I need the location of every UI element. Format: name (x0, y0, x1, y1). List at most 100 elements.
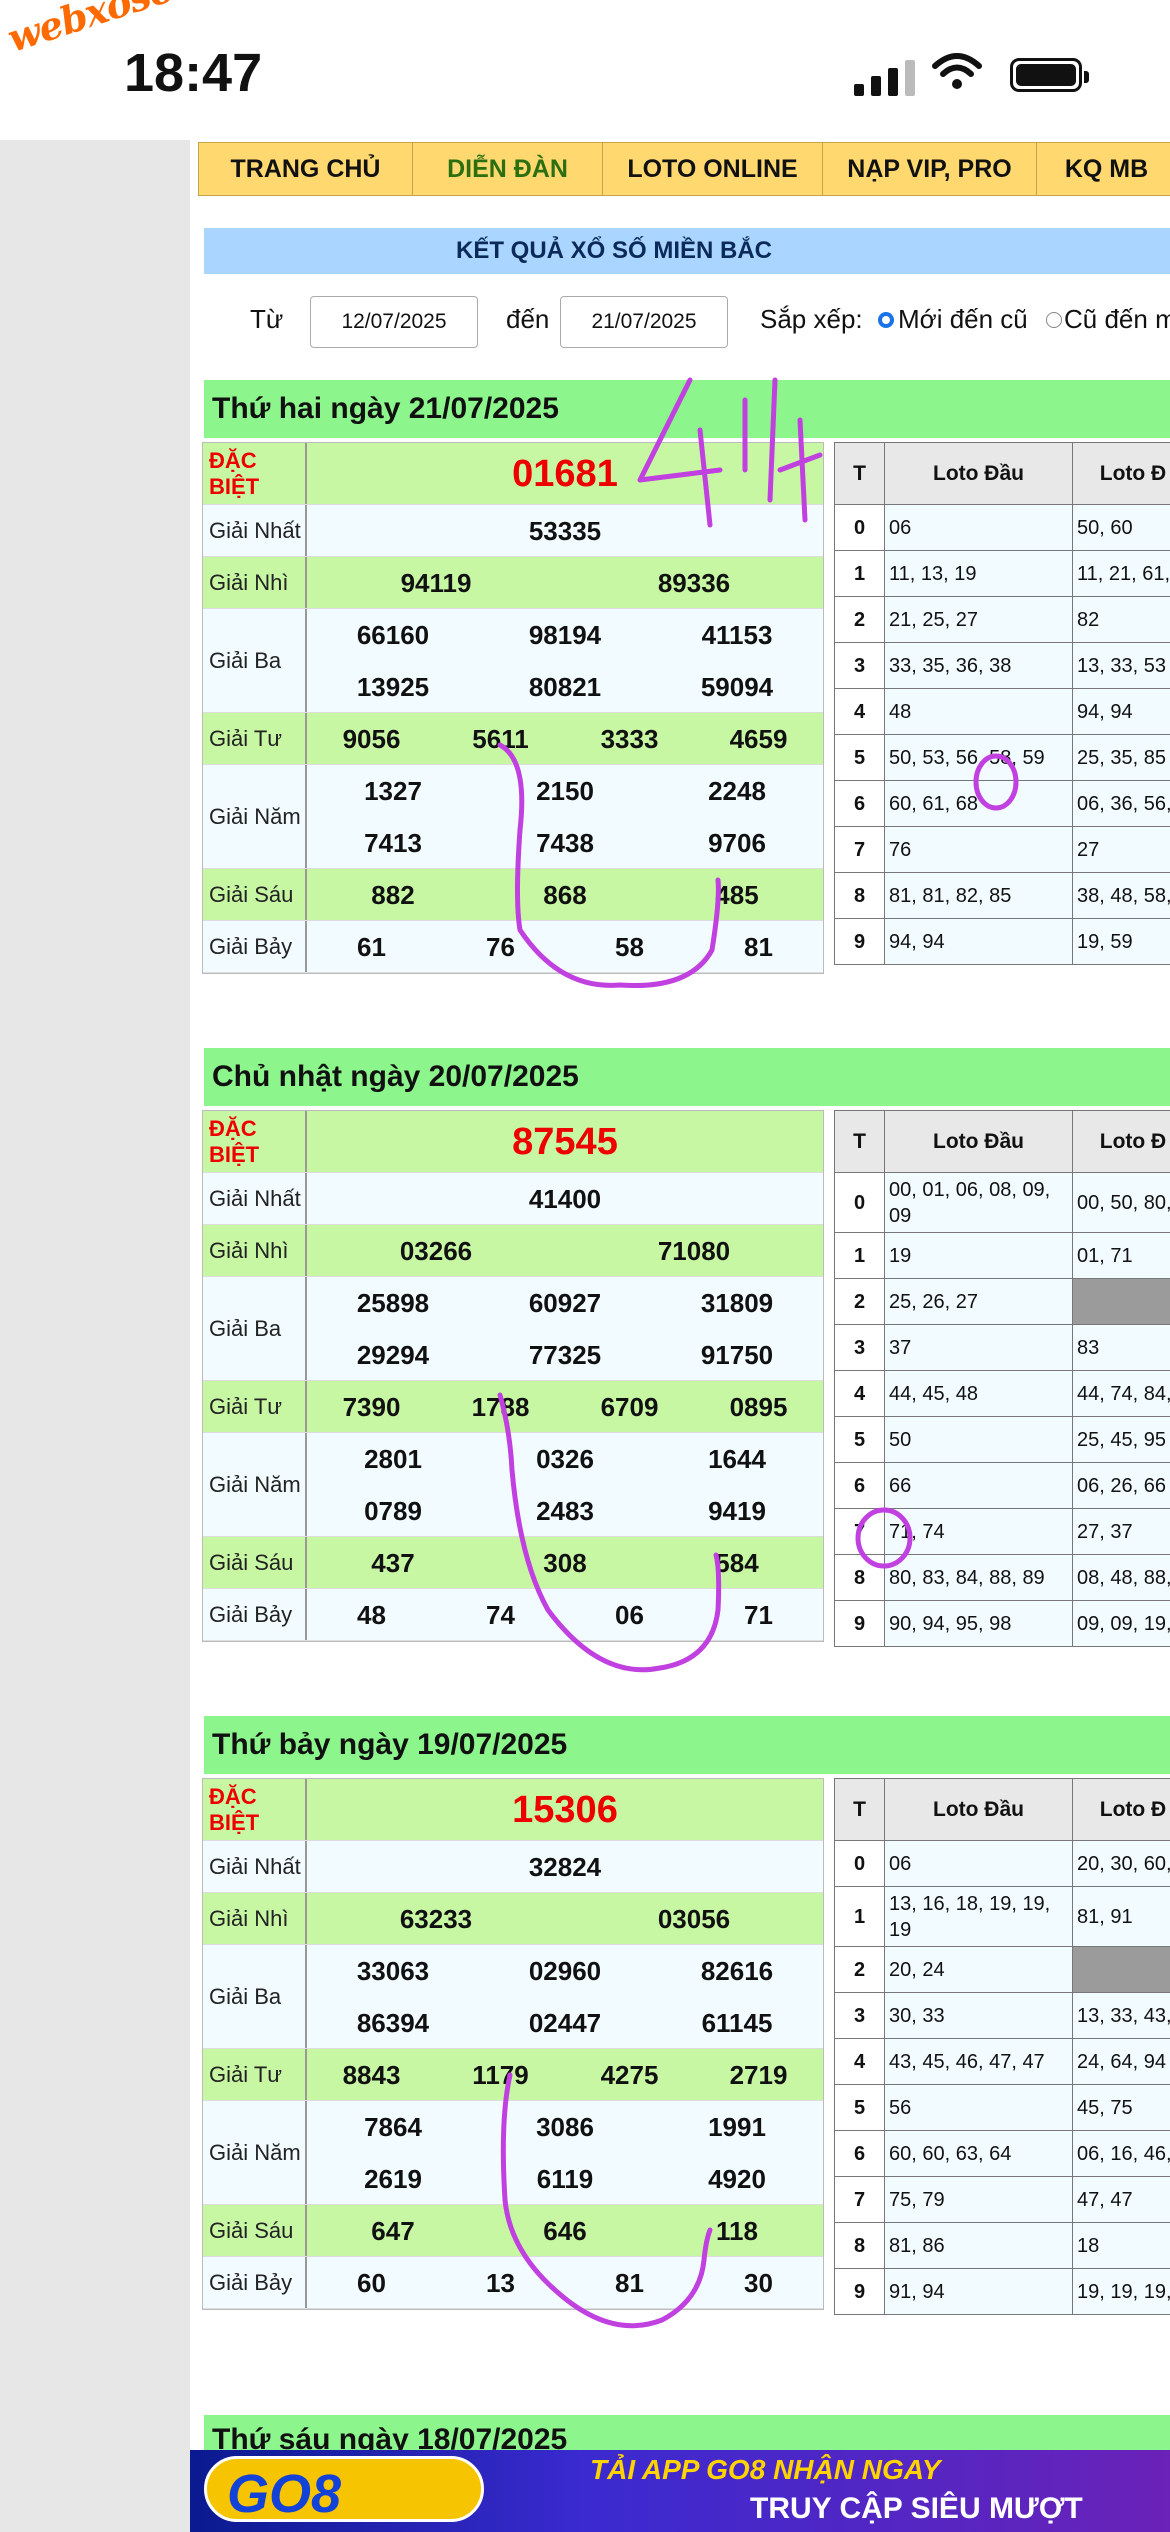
prize-number: 98194 (528, 619, 602, 650)
loto-row: 9 94, 94 19, 59 (834, 918, 1170, 965)
prize-number: 1179 (472, 2059, 529, 2090)
loto-head-dau: Loto Đầu (884, 1778, 1073, 1841)
loto-digit: 1 (834, 1232, 885, 1279)
sort-new-label[interactable]: Mới đến cũ (898, 304, 1028, 335)
prize-number: 71 (744, 1599, 773, 1630)
loto-dau: 43, 45, 46, 47, 47 (884, 2038, 1073, 2085)
loto-digit: 8 (834, 872, 885, 919)
sort-old-radio[interactable] (1046, 312, 1062, 328)
loto-digit: 0 (834, 1840, 885, 1887)
prize-number: 81 (615, 2267, 644, 2298)
prize-number: 9419 (708, 1495, 766, 1526)
prize-table: ĐẶC BIỆT 15306 Giải Nhất 32824 Giải Nhì 63233… (202, 1778, 824, 2310)
prize-number: 485 (715, 879, 759, 910)
prize-number: 81 (744, 931, 773, 962)
prize-label-g3: Giải Ba (203, 1277, 307, 1380)
prize-number: 584 (715, 1547, 759, 1578)
loto-dau: 00, 01, 06, 08, 09, 09 (884, 1172, 1073, 1233)
loto-dau: 50, 53, 56, 58, 59 (884, 734, 1073, 781)
prize-number: 3086 (536, 2111, 594, 2142)
ad-logo: GO8 (204, 2456, 484, 2524)
prize-number: 6709 (600, 1391, 659, 1422)
loto-digit: 6 (834, 2130, 885, 2177)
loto-row: 9 90, 94, 95, 98 09, 09, 19, (834, 1600, 1170, 1647)
prize-row-g3: Giải Ba 25898 60927 31809 29294 77325 91750 (203, 1277, 823, 1381)
prize-label-g4: Giải Tư (203, 1381, 307, 1432)
loto-duoi: 00, 50, 80, (1072, 1172, 1170, 1233)
loto-row: 0 06 20, 30, 60, (834, 1840, 1170, 1887)
prize-number: 1327 (364, 775, 422, 806)
prize-number: 9056 (342, 723, 401, 754)
nav-item-kq-mb[interactable]: KQ MB (1037, 143, 1170, 195)
prize-number: 118 (716, 2215, 758, 2246)
loto-dau: 76 (884, 826, 1073, 873)
prize-number: 30 (744, 2267, 773, 2298)
nav-item-loto-online[interactable]: LOTO ONLINE (603, 143, 823, 195)
prize-row-db: ĐẶC BIỆT 01681 (203, 443, 823, 505)
prize-number: 8843 (342, 2059, 401, 2090)
prize-number: 29294 (356, 1339, 430, 1370)
loto-digit: 0 (834, 1172, 885, 1233)
special-prize-number: 87545 (512, 1120, 618, 1163)
prize-row-g3: Giải Ba 33063 02960 82616 86394 02447 61145 (203, 1945, 823, 2049)
sort-label: Sắp xếp: (760, 304, 863, 334)
nav-item-vip[interactable]: NẠP VIP, PRO (823, 143, 1037, 195)
battery-icon (1010, 58, 1089, 92)
prize-row-g4: Giải Tư 7390 1788 6709 0895 (203, 1381, 823, 1433)
ad-banner[interactable]: GO8 TẢI APP GO8 NHẬN NGAY TRUY CẬP SIÊU … (190, 2450, 1170, 2532)
nav-item-home[interactable]: TRANG CHỦ (199, 143, 413, 195)
loto-row: 0 00, 01, 06, 08, 09, 09 00, 50, 80, (834, 1172, 1170, 1233)
loto-dau: 33, 35, 36, 38 (884, 642, 1073, 689)
prize-row-db: ĐẶC BIỆT 87545 (203, 1111, 823, 1173)
ad-headline: TẢI APP GO8 NHẬN NGAY (590, 2454, 941, 2485)
prize-number: 03056 (657, 1903, 731, 1934)
prize-row-g7: Giải Bảy 48 74 06 71 (203, 1589, 823, 1641)
loto-digit: 6 (834, 1462, 885, 1509)
loto-row: 5 50, 53, 56, 58, 59 25, 35, 85 (834, 734, 1170, 781)
loto-dau: 44, 45, 48 (884, 1370, 1073, 1417)
prize-number: 7413 (364, 827, 422, 858)
loto-duoi (1072, 1946, 1170, 1993)
prize-number: 41153 (701, 619, 773, 650)
prize-number: 3333 (600, 723, 659, 754)
loto-duoi: 45, 75 (1072, 2084, 1170, 2131)
loto-head-t: T (834, 1778, 885, 1841)
prize-label-g6: Giải Sáu (203, 1537, 307, 1588)
from-label: Từ (250, 304, 284, 334)
prize-row-g5: Giải Năm 2801 0326 1644 0789 2483 9419 (203, 1433, 823, 1537)
loto-row: 4 48 94, 94 (834, 688, 1170, 735)
loto-dau: 80, 83, 84, 88, 89 (884, 1554, 1073, 1601)
from-date-input[interactable] (310, 296, 478, 348)
prize-number: 7438 (536, 827, 594, 858)
loto-duoi: 25, 35, 85 (1072, 734, 1170, 781)
loto-row: 6 66 06, 26, 66 (834, 1462, 1170, 1509)
prize-number: 91750 (700, 1339, 774, 1370)
prize-row-g4: Giải Tư 9056 5611 3333 4659 (203, 713, 823, 765)
prize-number: 94119 (400, 567, 472, 598)
loto-digit: 9 (834, 2268, 885, 2315)
sort-old-label[interactable]: Cũ đến m (1064, 304, 1170, 335)
sort-new-radio[interactable] (878, 312, 894, 328)
loto-digit: 1 (834, 550, 885, 597)
loto-duoi: 47, 47 (1072, 2176, 1170, 2223)
loto-dau: 06 (884, 1840, 1073, 1887)
prize-number: 4920 (708, 2163, 766, 2194)
prize-number: 5611 (472, 723, 529, 754)
prize-number: 13 (486, 2267, 515, 2298)
prize-row-g1: Giải Nhất 41400 (203, 1173, 823, 1225)
loto-row: 1 11, 13, 19 11, 21, 61, (834, 550, 1170, 597)
loto-head-dau: Loto Đầu (884, 1110, 1073, 1173)
loto-duoi: 27, 37 (1072, 1508, 1170, 1555)
loto-duoi: 27 (1072, 826, 1170, 873)
prize-number: 33063 (356, 1955, 430, 1986)
prize-number: 48 (357, 1599, 386, 1630)
loto-row: 8 81, 86 18 (834, 2222, 1170, 2269)
to-date-input[interactable] (560, 296, 728, 348)
loto-row: 7 71, 74 27, 37 (834, 1508, 1170, 1555)
loto-dau: 71, 74 (884, 1508, 1073, 1555)
loto-digit: 5 (834, 2084, 885, 2131)
loto-duoi: 09, 09, 19, (1072, 1600, 1170, 1647)
nav-item-forum[interactable]: DIỄN ĐÀN (413, 143, 603, 195)
prize-number: 1991 (708, 2111, 766, 2142)
prize-number: 86394 (356, 2007, 430, 2038)
